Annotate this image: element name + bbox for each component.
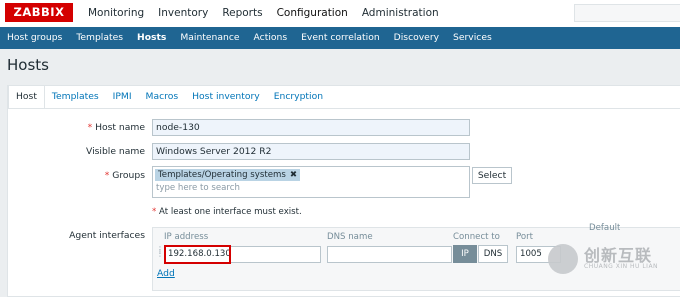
submenu-actions[interactable]: Actions [247,27,295,49]
groups-select-button[interactable]: Select [472,167,512,184]
logo-mark-icon [548,244,578,274]
submenu-host-groups[interactable]: Host groups [0,27,69,49]
host-name-input[interactable]: node-130 [152,119,470,136]
menu-reports[interactable]: Reports [222,0,262,27]
submenu-maintenance[interactable]: Maintenance [173,27,246,49]
menu-inventory[interactable]: Inventory [158,0,208,27]
groups-multiselect[interactable]: Templates/Operating systems ✖ type here t… [152,166,470,198]
form-tabs: Host Templates IPMI Macros Host inventor… [8,86,330,108]
column-ip-address: IP address [164,232,209,242]
column-connect-to: Connect to [453,232,500,242]
groups-label: * Groups [104,170,145,181]
column-default: Default [589,223,621,232]
tab-macros[interactable]: Macros [139,86,186,108]
ip-highlight-box [164,245,231,264]
drag-handle-icon[interactable]: ⋮ ⋮ [156,246,164,260]
tab-ipmi[interactable]: IPMI [106,86,139,108]
host-name-label: * Host name [87,122,145,133]
connect-ip-toggle[interactable]: IP [453,245,477,263]
agent-interfaces-label: Agent interfaces [69,230,145,241]
remove-chip-icon[interactable]: ✖ [290,170,297,180]
submenu-event-correlation[interactable]: Event correlation [294,27,387,49]
tab-host-inventory[interactable]: Host inventory [185,86,267,108]
tab-divider [8,108,680,109]
dns-name-input[interactable] [327,246,452,263]
watermark: 创新互联 CHUANG XIN HU LIAN [544,240,680,282]
tab-host[interactable]: Host [8,86,45,108]
menu-configuration[interactable]: Configuration [277,0,348,27]
zabbix-logo[interactable]: ZABBIX [5,3,73,22]
column-port: Port [516,232,534,242]
submenu-discovery[interactable]: Discovery [387,27,446,49]
add-interface-link[interactable]: Add [157,268,175,279]
sub-menu: Host groups Templates Hosts Maintenance … [0,27,680,49]
top-bar: ZABBIX Monitoring Inventory Reports Conf… [0,0,680,27]
tab-encryption[interactable]: Encryption [267,86,330,108]
main-menu: Monitoring Inventory Reports Configurati… [88,0,453,27]
submenu-templates[interactable]: Templates [69,27,130,49]
group-chip: Templates/Operating systems ✖ [155,169,301,181]
interface-warning: * At least one interface must exist. [152,207,302,217]
menu-administration[interactable]: Administration [362,0,439,27]
tab-templates[interactable]: Templates [45,86,106,108]
submenu-hosts[interactable]: Hosts [130,27,173,49]
connect-dns-toggle[interactable]: DNS [478,245,508,263]
watermark-subtext: CHUANG XIN HU LIAN [584,263,659,270]
page-title: Hosts [7,56,49,74]
column-dns-name: DNS name [327,232,373,242]
submenu-services[interactable]: Services [446,27,499,49]
groups-search-placeholder[interactable]: type here to search [156,183,240,193]
visible-name-label: Visible name [86,146,145,157]
menu-monitoring[interactable]: Monitoring [88,0,144,27]
global-search-input[interactable] [574,4,680,22]
visible-name-input[interactable]: Windows Server 2012 R2 [152,143,470,160]
